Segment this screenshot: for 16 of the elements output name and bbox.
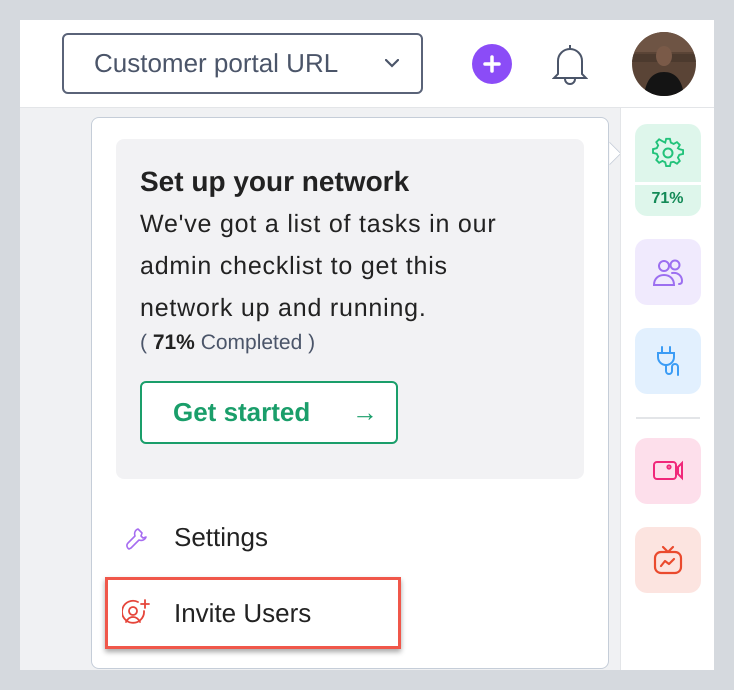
progress-note: ( 71% Completed ): [140, 330, 316, 356]
plus-icon: [483, 54, 501, 72]
nav-tile[interactable]: [634, 527, 700, 593]
tv-icon: [652, 544, 684, 576]
menu-item[interactable]: Settings: [105, 501, 401, 573]
add-button[interactable]: [472, 44, 512, 84]
chevron-down-icon: [385, 59, 399, 68]
nav-tile[interactable]: [634, 239, 700, 305]
nav-tile[interactable]: [634, 438, 700, 504]
gear-icon: [652, 137, 684, 169]
menu-item[interactable]: Invite Users: [105, 577, 401, 649]
card-title: Set up your network: [140, 165, 410, 199]
portal-url-dropdown[interactable]: Customer portal URL: [62, 33, 423, 94]
nav-tile[interactable]: [634, 328, 700, 394]
nav-tile[interactable]: 71%: [634, 124, 700, 216]
card-description: We've got a list of tasks in our admin checklist to get this network up and running.: [140, 209, 498, 324]
